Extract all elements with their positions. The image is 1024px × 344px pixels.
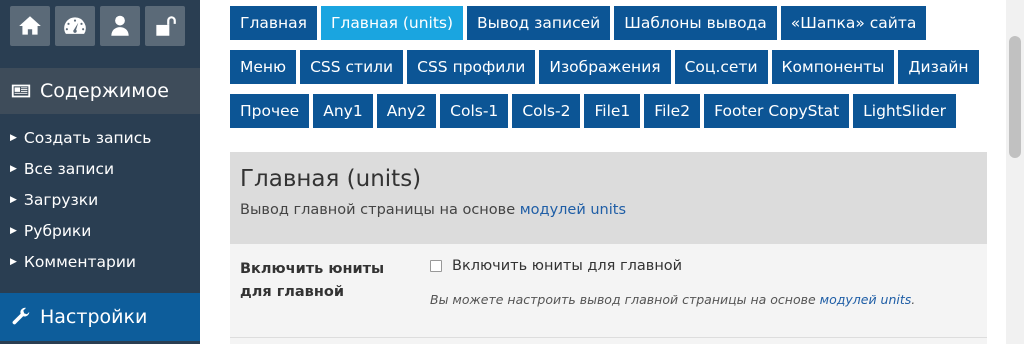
main-content: Главная Главная (units) Вывод записей Шабло… [200, 0, 1006, 344]
units-modules-link[interactable]: модулей units [520, 202, 626, 218]
checkbox-box[interactable] [430, 260, 442, 272]
panel-title: Главная (units) [240, 166, 422, 192]
tab-3[interactable]: Вывод записей [467, 6, 611, 40]
tab-18[interactable]: File1 [584, 94, 641, 128]
caret-right-icon: ▶ [10, 256, 17, 267]
caret-right-icon: ▶ [10, 225, 17, 236]
tab-16[interactable]: Cols-1 [440, 94, 509, 128]
caret-right-icon: ▶ [10, 163, 17, 174]
checkbox-label: Включить юниты для главной [452, 258, 683, 274]
settings-panel: Главная (units) Вывод главной страницы н… [230, 152, 987, 344]
menu-item-comments[interactable]: ▶ Комментарии [0, 246, 200, 277]
tab-21[interactable]: LightSlider [853, 94, 957, 128]
caret-right-icon: ▶ [10, 194, 17, 205]
sidebar: Содержимое ▶ Создать запись ▶ Все записи ▶… [0, 0, 200, 344]
tab-9[interactable]: Изображения [539, 50, 671, 84]
user-icon[interactable] [100, 6, 140, 46]
sidebar-top-icons [0, 0, 200, 56]
tab-13[interactable]: Прочее [230, 94, 310, 128]
unlock-icon[interactable] [145, 6, 185, 46]
wrench-icon [12, 307, 30, 325]
panel-description: Вывод главной страницы на основе модулей… [240, 202, 627, 218]
content-menu: ▶ Создать запись ▶ Все записи ▶ Загрузки ▶ Р… [0, 114, 200, 277]
tab-5[interactable]: «Шапка» сайта [780, 6, 927, 40]
tab-15[interactable]: Any2 [376, 94, 437, 128]
home-icon[interactable] [10, 6, 50, 46]
menu-item-all-posts[interactable]: ▶ Все записи [0, 153, 200, 184]
menu-item-categories[interactable]: ▶ Рубрики [0, 215, 200, 246]
tab-8[interactable]: CSS профили [407, 50, 536, 84]
newspaper-icon [11, 84, 31, 98]
tab-19[interactable]: File2 [644, 94, 701, 128]
dashboard-icon[interactable] [55, 6, 95, 46]
panel-header: Главная (units) Вывод главной страницы н… [230, 152, 987, 244]
settings-section-header[interactable]: Настройки [0, 293, 200, 341]
tab-12[interactable]: Дизайн [898, 50, 979, 84]
tab-17[interactable]: Cols-2 [512, 94, 581, 128]
page-scrollbar[interactable] [1006, 0, 1024, 344]
row-divider [230, 337, 987, 338]
tab-11[interactable]: Компоненты [771, 50, 895, 84]
tab-1[interactable]: Главная [230, 6, 317, 40]
menu-item-uploads[interactable]: ▶ Загрузки [0, 184, 200, 215]
tab-10[interactable]: Соц.сети [674, 50, 768, 84]
option-note: Вы можете настроить вывод главной страни… [430, 292, 916, 307]
tab-7[interactable]: CSS стили [300, 50, 404, 84]
tab-20[interactable]: Footer CopyStat [704, 94, 850, 128]
options-tabs: Главная Главная (units) Вывод записей Шабло… [230, 6, 990, 138]
tab-14[interactable]: Any1 [313, 94, 373, 128]
option-row-enable-units: Включить юниты для главной Включить юнит… [230, 244, 987, 344]
tab-6[interactable]: Меню [230, 50, 297, 84]
caret-right-icon: ▶ [10, 132, 17, 143]
settings-section-label: Настройки [40, 306, 148, 328]
option-label: Включить юниты для главной [240, 261, 385, 300]
content-section-label: Содержимое [40, 80, 169, 102]
enable-units-checkbox[interactable]: Включить юниты для главной [430, 258, 682, 274]
content-section-header[interactable]: Содержимое [0, 68, 200, 114]
tab-2[interactable]: Главная (units) [320, 6, 464, 40]
tab-4[interactable]: Шаблоны вывода [614, 6, 777, 40]
note-units-link[interactable]: модулей units [820, 292, 912, 307]
menu-item-create-post[interactable]: ▶ Создать запись [0, 122, 200, 153]
scrollbar-thumb[interactable] [1009, 36, 1021, 158]
